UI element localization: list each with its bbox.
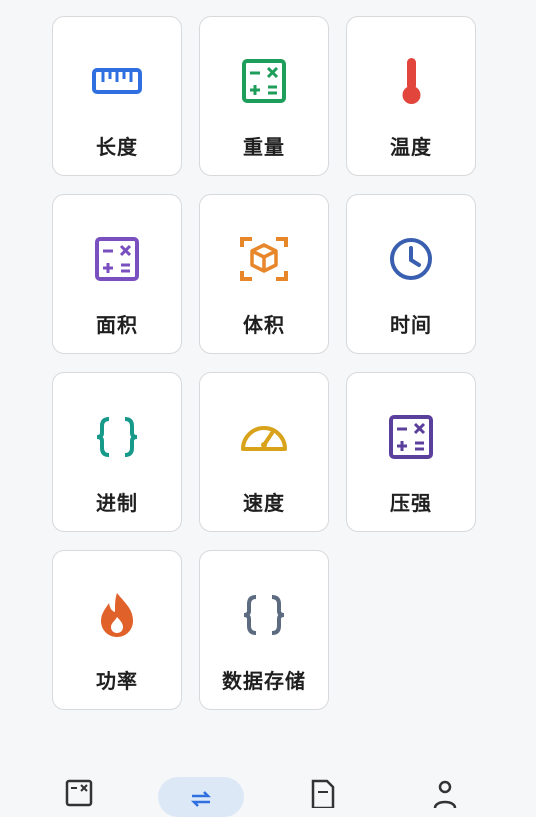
- card-data-storage[interactable]: 数据存储: [199, 550, 329, 710]
- document-tab-icon[interactable]: [308, 778, 338, 810]
- card-label: 压强: [390, 491, 432, 515]
- calculator-icon: [91, 233, 143, 285]
- card-label: 长度: [96, 135, 138, 159]
- card-label: 温度: [390, 135, 432, 159]
- card-pressure[interactable]: 压强: [346, 372, 476, 532]
- calculator-icon: [385, 411, 437, 463]
- braces-icon: [238, 589, 290, 641]
- cube-scan-icon: [238, 233, 290, 285]
- card-time[interactable]: 时间: [346, 194, 476, 354]
- card-temperature[interactable]: 温度: [346, 16, 476, 176]
- card-label: 时间: [390, 313, 432, 337]
- card-label: 功率: [96, 669, 138, 693]
- braces-icon: [91, 411, 143, 463]
- card-label: 数据存储: [222, 669, 306, 693]
- speedometer-icon: [238, 411, 290, 463]
- card-weight[interactable]: 重量: [199, 16, 329, 176]
- calculator-icon: [238, 55, 290, 107]
- converter-grid: 长度 重量 温度 面积 体积 时间 进制 速度 压强 功率 数据存储: [52, 16, 476, 710]
- card-area[interactable]: 面积: [52, 194, 182, 354]
- card-label: 重量: [243, 135, 285, 159]
- convert-tab-icon[interactable]: [186, 778, 216, 807]
- profile-tab-icon[interactable]: [430, 778, 460, 809]
- card-label: 速度: [243, 491, 285, 515]
- card-length[interactable]: 长度: [52, 16, 182, 176]
- bottom-nav: [0, 770, 536, 817]
- card-volume[interactable]: 体积: [199, 194, 329, 354]
- calculator-tab-icon[interactable]: [64, 778, 94, 807]
- card-label: 体积: [243, 313, 285, 337]
- card-number-base[interactable]: 进制: [52, 372, 182, 532]
- card-label: 进制: [96, 491, 138, 515]
- clock-icon: [385, 233, 437, 285]
- card-power[interactable]: 功率: [52, 550, 182, 710]
- ruler-icon: [91, 55, 143, 107]
- thermometer-icon: [385, 55, 437, 107]
- card-speed[interactable]: 速度: [199, 372, 329, 532]
- card-label: 面积: [96, 313, 138, 337]
- fire-icon: [91, 589, 143, 641]
